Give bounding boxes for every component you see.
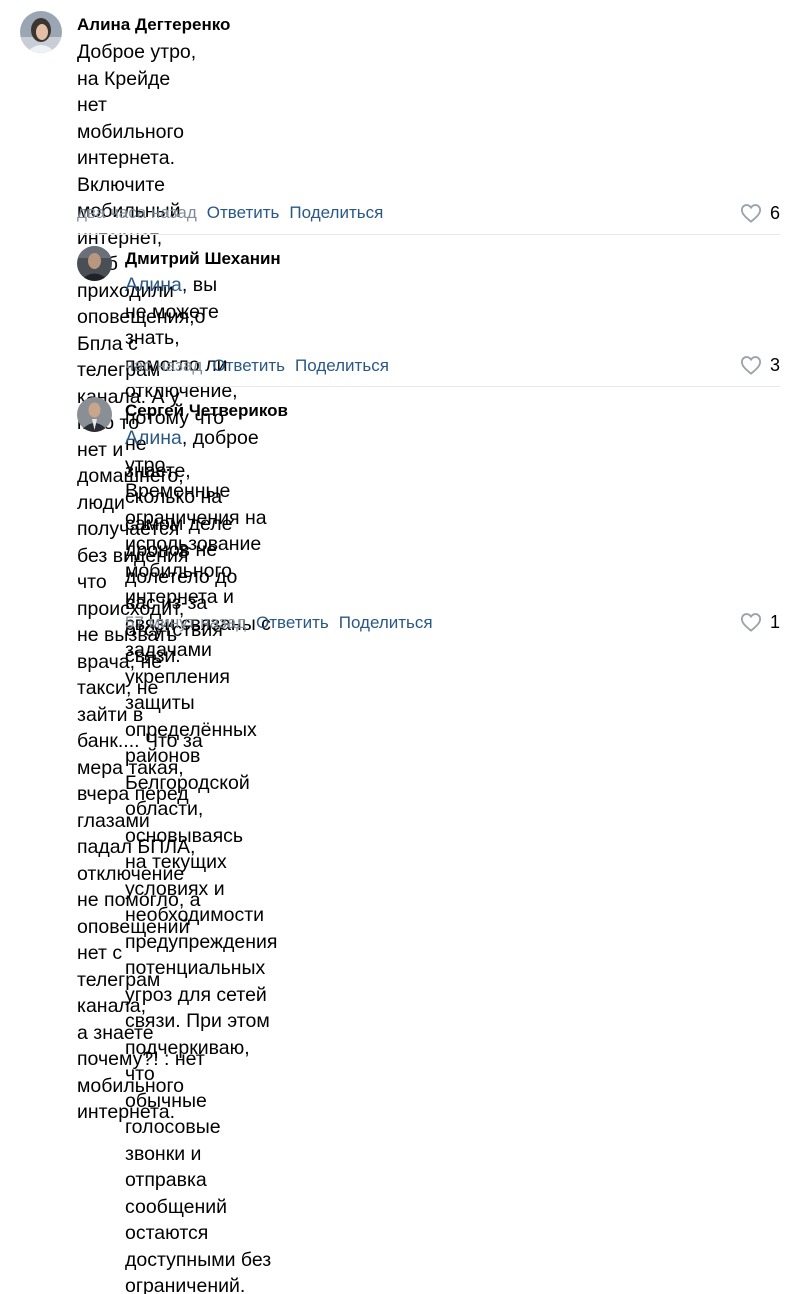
timestamp[interactable]: два часа назад [77,203,197,222]
text-line: обычные голосовые звонки и отправка сооб… [125,1090,227,1245]
reply-button[interactable]: Ответить [256,613,329,632]
timestamp[interactable]: час назад [125,356,202,375]
avatar[interactable] [20,11,62,53]
timestamp[interactable]: 57 минут назад [125,613,246,632]
share-button[interactable]: Поделиться [289,203,383,222]
comment-meta: два часа назад Ответить Поделиться [77,203,383,223]
avatar-photo-icon [20,11,62,53]
heart-icon [740,355,762,375]
mention-link[interactable]: Алина [125,427,182,449]
like-button[interactable]: 3 [740,355,780,375]
author-name[interactable]: Сергей Четвериков [125,401,288,421]
author-name[interactable]: Алина Дегтеренко [77,15,230,35]
author-name[interactable]: Дмитрий Шеханин [125,249,281,269]
divider [125,386,780,387]
comment-text: Алина, доброе утро. Временные ограничени… [125,425,277,1294]
avatar[interactable] [77,246,112,281]
avatar[interactable] [77,397,112,432]
avatar-photo-icon [77,246,112,281]
text-line: Доброе утро, на Крейде нет мобильного ин… [77,41,196,222]
like-button[interactable]: 1 [740,612,780,632]
heart-icon [740,203,762,223]
text-line: доступными без ограничений. [125,1249,271,1294]
share-button[interactable]: Поделиться [339,613,433,632]
text-line: защиты определённых районов Белгородской… [125,692,257,847]
reply-button[interactable]: Ответить [212,356,285,375]
reply-button[interactable]: Ответить [207,203,280,222]
text-line: на текущих условиях и необходимости пред… [125,851,277,953]
avatar-photo-icon [77,397,112,432]
comment-meta: час назад Ответить Поделиться [125,356,389,376]
text-line: потенциальных угроз для сетей связи. При… [125,957,270,1085]
like-count: 6 [770,203,780,223]
like-count: 1 [770,612,780,632]
like-button[interactable]: 6 [740,203,780,223]
heart-icon [740,612,762,632]
comment-meta: 57 минут назад Ответить Поделиться [125,613,433,633]
share-button[interactable]: Поделиться [295,356,389,375]
mention-link[interactable]: Алина [125,274,182,296]
like-count: 3 [770,355,780,375]
divider [77,234,780,235]
